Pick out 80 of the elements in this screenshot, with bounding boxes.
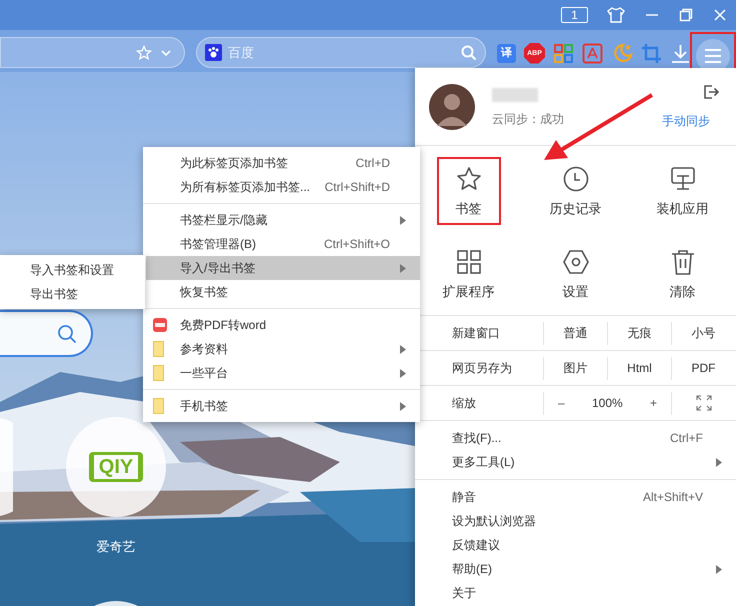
zoom-level: 100% (592, 395, 623, 412)
menu-grid-button[interactable]: 清除 (650, 240, 714, 308)
menu-option-button[interactable]: 普通 (543, 322, 607, 344)
shortcut-label: Ctrl+Shift+O (324, 236, 390, 253)
menu-row-label: 新建窗口 (451, 325, 501, 342)
menu-icon (704, 48, 722, 64)
menu-option-button[interactable]: 无痕 (607, 322, 671, 344)
shortcut-label: Alt+Shift+V (642, 489, 703, 506)
clock-icon (562, 165, 590, 194)
download-icon[interactable] (670, 42, 691, 64)
paw-icon (205, 44, 222, 61)
search-field[interactable]: 百度 (196, 37, 486, 68)
menu-option-button[interactable]: 小号 (671, 322, 735, 344)
shirt-icon[interactable] (606, 6, 626, 24)
menu-grid-button[interactable]: 装机应用 (650, 157, 714, 226)
menu-option-button[interactable]: Html (607, 356, 671, 380)
menu-grid-button[interactable]: 历史记录 (544, 157, 608, 226)
sync-status: 云同步：成功 (492, 111, 564, 127)
menu-item[interactable]: 更多工具(L) (415, 450, 736, 474)
address-field[interactable] (0, 37, 185, 68)
menu-item[interactable]: 为所有标签页添加书签... Ctrl+Shift+D (143, 175, 420, 199)
folder-icon (153, 341, 164, 357)
menu-grid-button[interactable]: 设置 (544, 240, 608, 308)
submenu-arrow-icon (400, 264, 406, 272)
logout-icon[interactable] (702, 84, 720, 100)
menu-item[interactable]: 为此标签页添加书签 Ctrl+D (143, 151, 420, 175)
star-icon[interactable] (136, 44, 152, 60)
search-input[interactable]: 百度 (228, 42, 455, 62)
hexagon-icon (562, 248, 590, 276)
menu-item[interactable]: 关于 (415, 581, 736, 605)
tile-label: 爱奇艺 (96, 538, 136, 556)
menu-item[interactable]: 帮助(E) (415, 557, 736, 581)
menu-item[interactable]: 设为默认浏览器 (415, 509, 736, 533)
submenu-arrow-icon (716, 458, 722, 466)
menu-item[interactable]: 手机书签 (143, 394, 420, 418)
menu-item[interactable]: 查找(F)... Ctrl+F (415, 426, 736, 450)
menu-grid-button[interactable]: 书签 (436, 157, 500, 226)
translate-button[interactable]: 译 (497, 44, 516, 62)
restore-icon[interactable] (678, 7, 694, 23)
fullscreen-icon[interactable] (696, 395, 712, 411)
menu-item[interactable]: 恢复书签 (143, 280, 420, 304)
submenu-arrow-icon (400, 368, 406, 378)
blurred-name (492, 88, 538, 102)
menu-item[interactable]: 书签管理器(B) Ctrl+Shift+O (143, 232, 420, 256)
submenu-arrow-icon (400, 344, 406, 354)
zoom-in-button[interactable]: + (650, 394, 657, 412)
search-icon[interactable] (461, 44, 477, 60)
submenu-arrow-icon (400, 216, 406, 224)
menu-item[interactable]: 静音 Alt+Shift+V (415, 485, 736, 509)
menu-option-button[interactable]: 图片 (543, 356, 607, 380)
search-box[interactable] (0, 310, 93, 357)
pdf-icon (153, 318, 167, 332)
menu-item[interactable]: 反馈建议 (415, 533, 736, 557)
zoom-out-button[interactable]: – (558, 394, 565, 412)
menu-row-label: 缩放 (451, 395, 477, 412)
iqiyi-logo: QIY (88, 452, 144, 482)
menu-item[interactable]: 导入书签和设置 (0, 258, 145, 282)
shortcut-label: Ctrl+D (356, 155, 390, 172)
menu-item[interactable]: 书签栏显示/隐藏 (143, 208, 420, 232)
avatar[interactable] (429, 84, 475, 130)
search-icon[interactable] (57, 324, 77, 344)
folder-icon (153, 365, 164, 381)
menu-item[interactable]: 一些平台 (143, 361, 420, 385)
menu-row-label: 网页另存为 (451, 360, 513, 377)
shortcut-label: Ctrl+F (670, 430, 703, 447)
menu-item[interactable]: 免费PDF转word (143, 313, 420, 337)
grid-icon (454, 248, 482, 276)
folder-icon (153, 398, 164, 414)
menu-item[interactable]: 导出书签 (0, 282, 145, 306)
menu-option-button[interactable]: PDF (671, 356, 735, 380)
manual-sync-link[interactable]: 手动同步 (662, 113, 710, 129)
menu-grid-button[interactable]: 扩展程序 (436, 240, 500, 308)
submenu-arrow-icon (400, 402, 406, 410)
menu-item[interactable]: 导入/导出书签 (146, 256, 420, 280)
menu-item[interactable]: 参考资料 (143, 337, 420, 361)
tab-count-badge[interactable]: 1 (561, 7, 588, 23)
shortcut-label: Ctrl+Shift+D (324, 179, 390, 196)
close-icon[interactable] (712, 7, 728, 23)
submenu-arrow-icon (716, 564, 722, 574)
apps-grid-icon[interactable] (553, 42, 574, 64)
